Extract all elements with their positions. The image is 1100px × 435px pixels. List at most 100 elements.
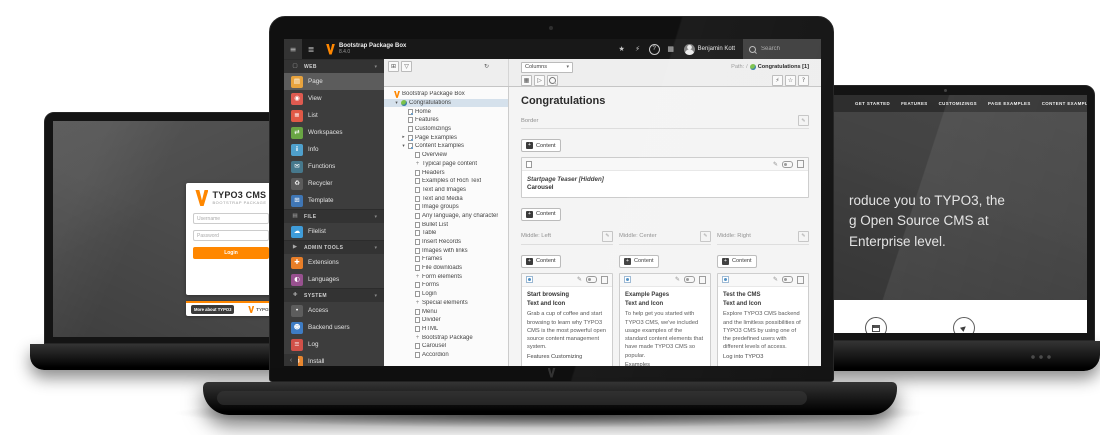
- tree-node[interactable]: Bootstrap Package: [384, 333, 508, 342]
- add-content-button[interactable]: Content: [619, 255, 659, 268]
- tree-node[interactable]: File downloads: [384, 264, 508, 273]
- tree-node[interactable]: Carousel: [384, 342, 508, 351]
- tree-node[interactable]: Content Examples: [384, 142, 508, 151]
- module-menu-entry[interactable]: Recycler Recycler ▾: [284, 175, 384, 192]
- tree-expander-icon[interactable]: [401, 135, 406, 140]
- tree-node[interactable]: Accordion: [384, 351, 508, 360]
- clear-cache-bolt-icon[interactable]: ⚡: [630, 45, 646, 53]
- module-menu-entry[interactable]: List List ▾: [284, 107, 384, 124]
- page-view-icon[interactable]: ▷: [534, 75, 545, 86]
- add-content-button[interactable]: Content: [521, 139, 561, 152]
- tree-node[interactable]: Overview: [384, 151, 508, 160]
- new-page-icon[interactable]: ⊞: [388, 61, 399, 72]
- tree-node[interactable]: Any language, any character: [384, 212, 508, 221]
- site-nav-item[interactable]: FEATURES: [901, 101, 928, 106]
- cache-bolt-icon[interactable]: ⚡: [772, 75, 783, 86]
- module-menu-entry[interactable]: View View ▾: [284, 90, 384, 107]
- tree-expander-icon[interactable]: [401, 144, 406, 149]
- tree-node[interactable]: Customizings: [384, 125, 508, 134]
- module-menu-entry[interactable]: Page Page ▾: [284, 73, 384, 90]
- site-nav-item[interactable]: CONTENT EXAMPLES: [1042, 101, 1087, 106]
- edit-pencil-icon[interactable]: [577, 276, 582, 283]
- trash-icon[interactable]: [797, 160, 804, 168]
- tree-node[interactable]: Login: [384, 290, 508, 299]
- columns-select[interactable]: Columns ▾: [521, 62, 573, 73]
- trash-icon[interactable]: [797, 276, 804, 284]
- edit-section-icon[interactable]: [798, 115, 809, 126]
- tree-node[interactable]: Special elements: [384, 299, 508, 308]
- site-nav-item[interactable]: CUSTOMIZINGS: [939, 101, 977, 106]
- layout-view-icon[interactable]: ▦: [521, 75, 532, 86]
- username-field[interactable]: [193, 213, 269, 224]
- user-avatar[interactable]: [684, 44, 695, 55]
- tree-node[interactable]: Examples of Rich Text: [384, 177, 508, 186]
- module-menu-entry[interactable]: Extensions Extensions ▾: [284, 254, 384, 271]
- content-element-card[interactable]: Start browsing Text and Icon Grab a cup …: [521, 273, 613, 366]
- tree-node[interactable]: Headers: [384, 168, 508, 177]
- module-menu-entry[interactable]: Access Access ▾: [284, 302, 384, 319]
- trash-icon[interactable]: [699, 276, 706, 284]
- more-about-typo3-button[interactable]: More about TYPO3: [191, 305, 234, 314]
- site-nav-item[interactable]: GET STARTED: [855, 101, 890, 106]
- tree-toggle-icon[interactable]: ≣: [302, 39, 320, 59]
- card-links[interactable]: Log into TYPO3: [723, 354, 803, 362]
- modules-grid-icon[interactable]: ▦: [663, 45, 679, 53]
- tree-node[interactable]: HTML: [384, 325, 508, 334]
- edit-pencil-icon[interactable]: [773, 161, 778, 168]
- tree-node[interactable]: Page Examples: [384, 133, 508, 142]
- edit-section-icon[interactable]: [602, 231, 613, 242]
- tree-node[interactable]: Images with links: [384, 246, 508, 255]
- content-element-card[interactable]: Example Pages Text and Icon To help get …: [619, 273, 711, 366]
- tree-node[interactable]: Forms: [384, 281, 508, 290]
- edit-section-icon[interactable]: [798, 231, 809, 242]
- visibility-toggle-icon[interactable]: [586, 276, 597, 283]
- bookmark-star-icon[interactable]: ★: [614, 45, 630, 53]
- add-content-button[interactable]: Content: [521, 208, 561, 221]
- tree-node[interactable]: Bullet List: [384, 220, 508, 229]
- user-name[interactable]: Benjamin Kott: [698, 46, 735, 52]
- module-menu-entry[interactable]: FILE FILE ▾: [284, 209, 384, 223]
- module-menu-entry[interactable]: Backend users Backend users ▾: [284, 319, 384, 336]
- tree-node[interactable]: Table: [384, 229, 508, 238]
- trash-icon[interactable]: [601, 276, 608, 284]
- module-menu-entry[interactable]: ADMIN TOOLS ADMIN TOOLS ▾: [284, 240, 384, 254]
- help-icon[interactable]: ?: [649, 44, 660, 55]
- tree-node[interactable]: Typical page content: [384, 160, 508, 169]
- tree-node[interactable]: Menu: [384, 307, 508, 316]
- card-links[interactable]: Features Customizing: [527, 354, 607, 362]
- module-menu-entry[interactable]: WEB WEB ▾: [284, 59, 384, 73]
- menu-icon[interactable]: ≡: [284, 39, 302, 59]
- password-field[interactable]: [193, 230, 269, 241]
- tree-node[interactable]: Home: [384, 107, 508, 116]
- site-nav-item[interactable]: PAGE EXAMPLES: [988, 101, 1031, 106]
- search-input[interactable]: [759, 45, 815, 53]
- tree-expander-icon[interactable]: [394, 101, 399, 106]
- login-button[interactable]: Login: [193, 247, 269, 259]
- module-menu-entry[interactable]: SYSTEM SYSTEM ▾: [284, 288, 384, 302]
- content-element-card[interactable]: Test the CMS Text and Icon Explore TYPO3…: [717, 273, 809, 366]
- tree-node[interactable]: Text and Images: [384, 186, 508, 195]
- edit-section-icon[interactable]: [700, 231, 711, 242]
- tree-node[interactable]: Frames: [384, 255, 508, 264]
- tree-node[interactable]: Insert Records: [384, 238, 508, 247]
- help-button-icon[interactable]: ?: [798, 75, 809, 86]
- visibility-toggle-icon[interactable]: [782, 276, 793, 283]
- add-content-button[interactable]: Content: [717, 255, 757, 268]
- module-menu-entry[interactable]: Template Template ▾: [284, 192, 384, 209]
- tree-node[interactable]: Text and Media: [384, 194, 508, 203]
- visibility-toggle-icon[interactable]: [782, 161, 793, 168]
- search-button-icon[interactable]: [547, 75, 558, 86]
- module-menu-entry[interactable]: Filelist Filelist ▾: [284, 223, 384, 240]
- tree-node[interactable]: Form elements: [384, 272, 508, 281]
- module-menu-entry[interactable]: Workspaces Workspaces ▾: [284, 124, 384, 141]
- refresh-icon[interactable]: ↻: [481, 61, 492, 72]
- tree-node[interactable]: Congratulations: [384, 99, 508, 108]
- module-menu-entry[interactable]: Info Info ▾: [284, 141, 384, 158]
- module-menu-entry[interactable]: Log Log ▾: [284, 336, 384, 353]
- filter-icon[interactable]: ▽: [401, 61, 412, 72]
- tree-node[interactable]: Divider: [384, 316, 508, 325]
- edit-pencil-icon[interactable]: [675, 276, 680, 283]
- bookmark-icon[interactable]: ☆: [785, 75, 796, 86]
- edit-pencil-icon[interactable]: [773, 276, 778, 283]
- content-element-card[interactable]: Startpage Teaser [Hidden] Carousel: [521, 157, 809, 198]
